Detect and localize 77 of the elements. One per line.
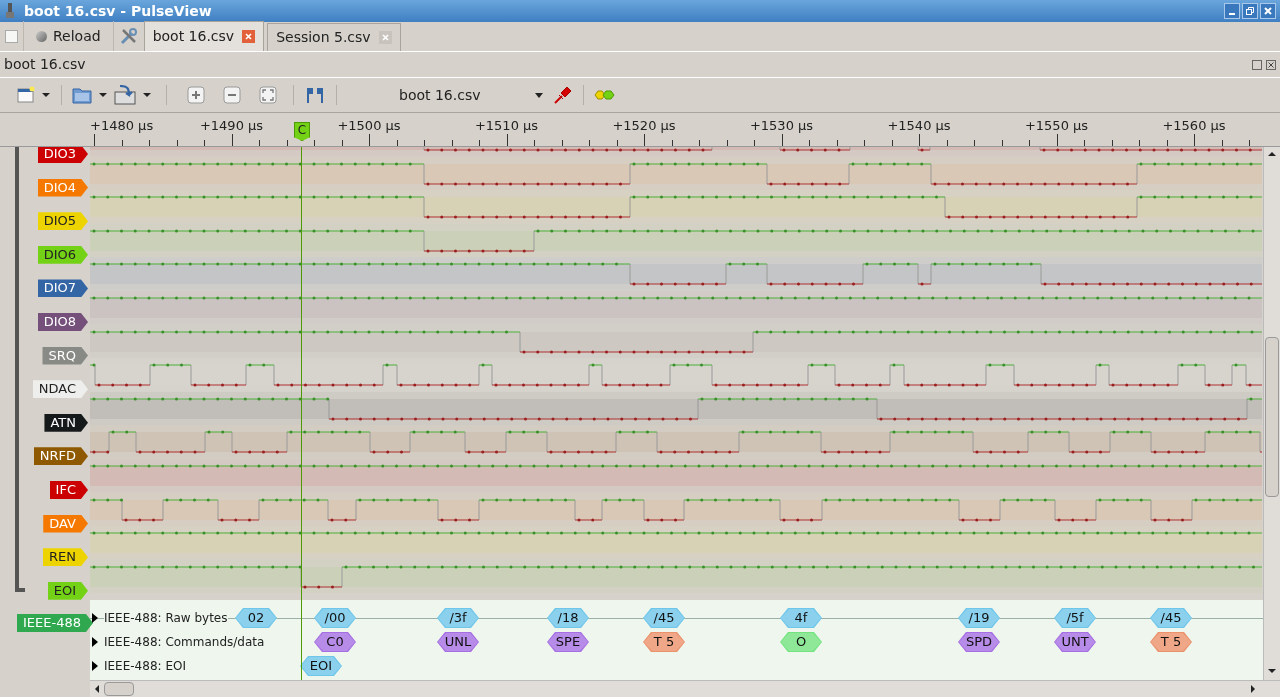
expand-triangle-icon[interactable]	[92, 661, 98, 671]
signal-label[interactable]: NDAC	[32, 380, 88, 399]
decoder-annotation[interactable]: SPE	[547, 632, 589, 652]
time-tick-label: +1510 µs	[474, 117, 539, 135]
decoder-annotation[interactable]: T 5	[1150, 632, 1192, 652]
decoder-annotation[interactable]: C0	[314, 632, 356, 652]
decoder-annotation[interactable]: /5f	[1054, 608, 1096, 628]
time-tick-label: +1490 µs	[199, 117, 264, 135]
signal-label[interactable]: DIO6	[37, 245, 88, 264]
signal-label[interactable]: EOI	[47, 581, 88, 600]
zoom-out-icon[interactable]	[223, 86, 241, 104]
reload-button[interactable]: Reload	[24, 21, 113, 51]
session-tab[interactable]: boot 16.csv	[143, 21, 265, 51]
time-tick-label: +1550 µs	[1024, 117, 1089, 135]
decoder-annotation[interactable]: UNT	[1054, 632, 1096, 652]
device-dropdown[interactable]: boot 16.csv	[347, 83, 547, 107]
zoom-in-icon[interactable]	[187, 86, 205, 104]
caret-icon[interactable]	[142, 92, 152, 98]
signal-label[interactable]: DIO8	[37, 312, 88, 331]
cursor-marker[interactable]: C	[294, 122, 310, 141]
time-tick-label: +1500 µs	[337, 117, 401, 135]
checkbox-icon[interactable]	[5, 29, 18, 43]
decoder-annotation[interactable]: EOI	[300, 656, 342, 676]
close-icon	[1264, 7, 1272, 15]
folder-icon[interactable]	[72, 86, 92, 104]
time-tick-label: +1560 µs	[1162, 117, 1226, 135]
minimize-button[interactable]	[1224, 3, 1240, 19]
decoder-annotation[interactable]: 4f	[780, 608, 822, 628]
time-tick-label: +1520 µs	[612, 117, 676, 135]
horizontal-scrollbar[interactable]	[90, 680, 1280, 697]
save-icon[interactable]	[114, 85, 136, 105]
app-icon	[4, 3, 16, 19]
close-icon[interactable]	[1266, 59, 1276, 70]
close-icon[interactable]	[242, 30, 256, 43]
signal-label[interactable]: NRFD	[33, 447, 88, 466]
signal-label[interactable]: DIO7	[37, 279, 88, 298]
decoder-annotation[interactable]: 02	[235, 608, 277, 628]
caret-icon[interactable]	[41, 92, 51, 98]
decoder-annotation[interactable]: O	[780, 632, 822, 652]
session-tab[interactable]: Session 5.csv	[267, 23, 401, 51]
decoder-annotation[interactable]: /19	[958, 608, 1000, 628]
probe-icon[interactable]	[553, 85, 573, 105]
new-session-icon[interactable]	[17, 86, 35, 104]
decoder-annotation[interactable]: /18	[547, 608, 589, 628]
expand-triangle-icon[interactable]	[92, 613, 98, 623]
tools-icon[interactable]	[119, 27, 138, 45]
signal-label[interactable]: DIO3	[37, 147, 88, 163]
time-tick-label: +1530 µs	[749, 117, 814, 135]
scrollbar-thumb[interactable]	[1265, 337, 1279, 497]
signal-label[interactable]: ATN	[44, 413, 88, 432]
time-tick-label: +1480 µs	[90, 117, 154, 135]
restore-icon	[1246, 7, 1254, 15]
decoder-annotation[interactable]: /00	[314, 608, 356, 628]
decoder-annotation[interactable]: /3f	[437, 608, 479, 628]
signal-label[interactable]: REN	[43, 548, 88, 567]
signal-label[interactable]: DIO5	[37, 212, 88, 231]
signal-label[interactable]: IFC	[49, 480, 88, 499]
time-tick-label: +1540 µs	[887, 117, 951, 135]
decoder-row-label: IEEE-488: Commands/data	[104, 633, 265, 651]
cursor-flags-icon[interactable]	[304, 86, 326, 104]
caret-icon[interactable]	[535, 92, 543, 98]
close-button[interactable]	[1260, 3, 1276, 19]
caret-icon[interactable]	[98, 92, 108, 98]
decoder-annotation[interactable]: /45	[1150, 608, 1192, 628]
scrollbar-thumb[interactable]	[104, 682, 134, 696]
zoom-fit-icon[interactable]	[259, 86, 277, 104]
decoder-annotation[interactable]: /45	[643, 608, 685, 628]
float-icon[interactable]	[1252, 59, 1262, 70]
vertical-scrollbar[interactable]	[1263, 147, 1280, 680]
decoder-annotation[interactable]: SPD	[958, 632, 1000, 652]
restore-button[interactable]	[1242, 3, 1258, 19]
decoder-row-label: IEEE-488: Raw bytes	[104, 609, 228, 627]
decoder-annotation[interactable]: T 5	[643, 632, 685, 652]
dock-title: boot 16.csv	[4, 55, 86, 74]
window-title: boot 16.csv - PulseView	[24, 1, 212, 21]
expand-triangle-icon[interactable]	[92, 637, 98, 647]
decoder-annotation[interactable]: UNL	[437, 632, 479, 652]
